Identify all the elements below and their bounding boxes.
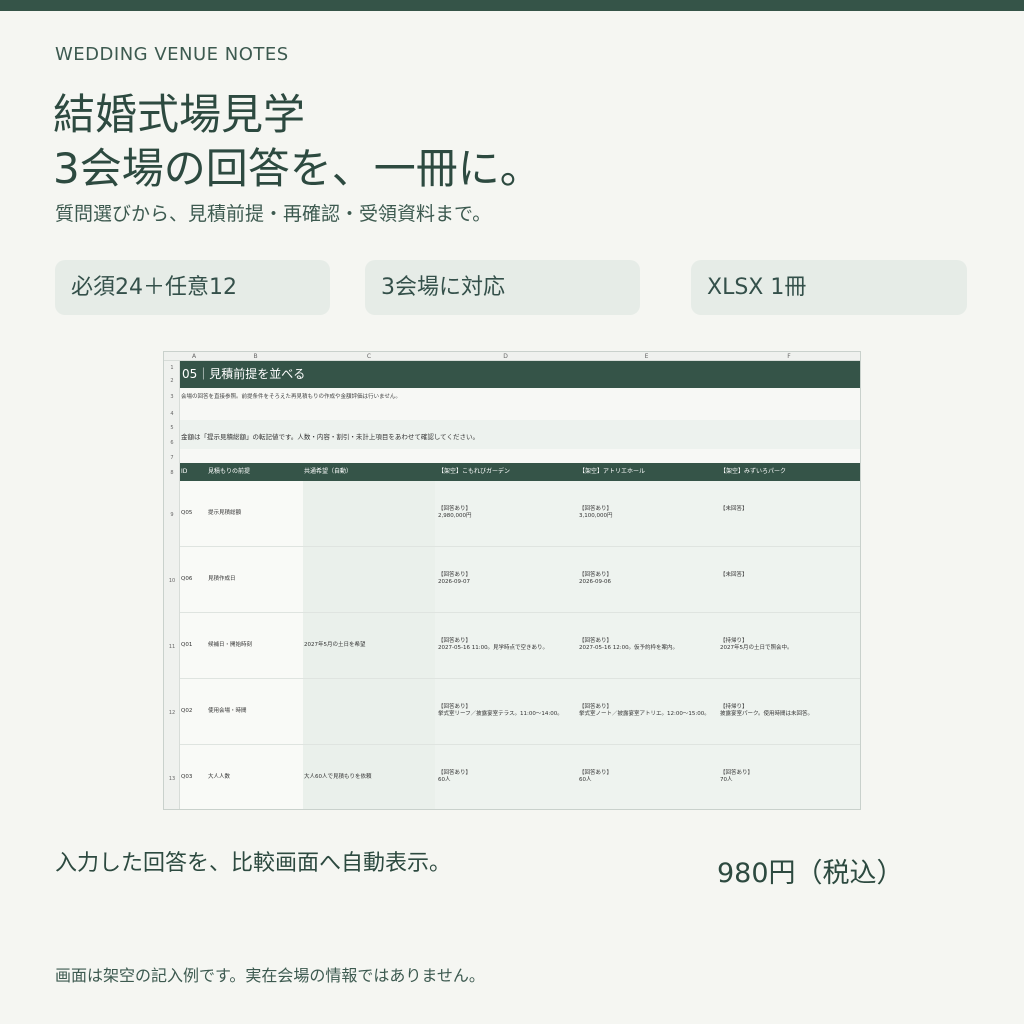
cell-venue-3-value: 2027年5月の土日で照会中。 [720, 645, 793, 651]
cell-common: 大人60人で見積もりを依頼 [304, 774, 372, 780]
column-header-f: F [787, 353, 791, 360]
cell-venue-1-status: 【回答あり】 [438, 770, 472, 776]
table-row: Q06 見積作成日 【回答あり】 2026-09-07 【回答あり】 2026-… [180, 547, 860, 613]
header-common: 共通希望（自動） [304, 468, 353, 475]
headline-line-1: 結婚式場見学 [53, 90, 306, 139]
cell-venue-3-status: 【回答あり】 [720, 770, 754, 776]
header-question: 見積もりの前提 [208, 468, 251, 475]
cell-question: 見積作成日 [208, 576, 236, 582]
auto-display-caption: 入力した回答を、比較画面へ自動表示。 [55, 851, 452, 876]
subheadline: 質問選びから、見積前提・再確認・受領資料まで。 [55, 203, 492, 225]
cell-venue-2-status: 【回答あり】 [579, 638, 613, 644]
cell-venue-2-value: 2027-05-16 12:00。仮予約枠を案内。 [579, 645, 679, 651]
cell-venue-1-status: 【回答あり】 [438, 638, 472, 644]
row-number: 8 [170, 470, 174, 476]
table-row: Q01 候補日・開始時刻 2027年5月の土日を希望 【回答あり】 2027-0… [180, 613, 860, 679]
row-number: 3 [170, 394, 174, 400]
cell-venue-3-status: 【持帰り】 [720, 704, 748, 710]
header-venue-3: 【架空】みずいろパーク [720, 468, 787, 475]
table-row: Q03 大人人数 大人60人で見積もりを依頼 【回答あり】 60人 【回答あり】… [180, 745, 860, 809]
cell-venue-1-value: 60人 [438, 777, 451, 783]
header-id: ID [181, 468, 188, 475]
header-venue-1: 【架空】こもれびガーデン [438, 468, 511, 475]
cell-id: Q05 [181, 510, 193, 516]
headline-line-2: 3会場の回答を、一冊に。 [53, 144, 542, 193]
cell-venue-2-status: 【回答あり】 [579, 572, 613, 578]
cell-venue-2-value: 挙式室ノート／披露宴室アトリエ。12:00〜15:00。 [579, 711, 710, 717]
cell-venue-1-status: 【回答あり】 [438, 704, 472, 710]
cell-common: 2027年5月の土日を希望 [304, 642, 366, 648]
cell-venue-2-value: 2026-09-06 [579, 579, 611, 585]
cell-question: 候補日・開始時刻 [208, 642, 253, 648]
column-header-c: C [366, 353, 372, 360]
cell-venue-3-value: 披露宴室パーク。使用時間は未回答。 [720, 711, 814, 717]
cell-venue-2-value: 60人 [579, 777, 592, 783]
row-number: 7 [170, 455, 174, 461]
row-header-bar: 1 2 3 4 5 6 7 8 9 10 11 12 13 [164, 361, 180, 809]
column-header-e: E [644, 353, 649, 360]
cell-venue-1-value: 挙式室リーフ／披露宴室テラス。11:00〜14:00。 [438, 711, 563, 717]
row-number: 13 [168, 776, 176, 782]
header-venue-2: 【架空】アトリエホール [579, 468, 646, 475]
cell-question: 大人人数 [208, 774, 231, 780]
cell-question: 使用会場・時間 [208, 708, 247, 714]
cell-venue-1-value: 2027-05-16 11:00。見学時点で空きあり。 [438, 645, 548, 651]
headline: 結婚式場見学 3会場の回答を、一冊に。 [53, 88, 542, 196]
cell-venue-3-status: 【持帰り】 [720, 638, 748, 644]
cell-venue-2-status: 【回答あり】 [579, 770, 613, 776]
cell-venue-3-status: 【未回答】 [720, 506, 748, 512]
row-number: 11 [168, 644, 176, 650]
row-number: 9 [170, 512, 174, 518]
cell-venue-3-value: 70人 [720, 777, 733, 783]
table-header-row: ID 見積もりの前提 共通希望（自動） 【架空】こもれびガーデン 【架空】アトリ… [180, 463, 860, 481]
feature-badge-venues: 3会場に対応 [365, 260, 640, 315]
column-header-bar: A B C D E F [164, 352, 860, 361]
cell-question: 提示見積総額 [208, 510, 242, 516]
cell-venue-3-status: 【未回答】 [720, 572, 748, 578]
cell-venue-2-status: 【回答あり】 [579, 704, 613, 710]
column-header-b: B [253, 353, 258, 360]
row-number: 1 [170, 365, 174, 371]
row-number: 4 [170, 411, 174, 417]
spreadsheet-preview: A B C D E F 1 2 3 4 5 6 7 8 9 10 11 12 1… [163, 351, 861, 810]
cell-venue-1-value: 2026-09-07 [438, 579, 470, 585]
sheet-note: 会場の回答を直接参照。前提条件をそろえた再見積もりの作成や金額評価は行いません。 [181, 394, 401, 400]
cell-id: Q03 [181, 774, 193, 780]
row-number: 6 [170, 440, 174, 446]
row-number: 2 [170, 378, 174, 384]
cell-venue-1-status: 【回答あり】 [438, 506, 472, 512]
cell-id: Q01 [181, 642, 193, 648]
top-accent-bar [0, 0, 1024, 11]
cell-id: Q06 [181, 576, 193, 582]
cell-venue-1-status: 【回答あり】 [438, 572, 472, 578]
row-number: 12 [168, 710, 176, 716]
cell-venue-1-value: 2,980,000円 [438, 513, 472, 519]
cell-venue-2-value: 3,100,000円 [579, 513, 613, 519]
cell-venue-2-status: 【回答あり】 [579, 506, 613, 512]
price-label: 980円（税込） [717, 858, 904, 889]
feature-badge-questions: 必須24＋任意12 [55, 260, 330, 315]
disclaimer-footnote: 画面は架空の記入例です。実在会場の情報ではありません。 [55, 966, 485, 985]
column-header-d: D [503, 353, 508, 360]
column-header-a: A [191, 353, 197, 360]
table-row: Q05 提示見積総額 【回答あり】 2,980,000円 【回答あり】 3,10… [180, 481, 860, 547]
sheet-title: 05｜見積前提を並べる [180, 361, 860, 388]
cell-id: Q02 [181, 708, 193, 714]
sheet-amount-note: 金額は「提示見積総額」の転記値です。人数・内容・割引・未計上項目をあわせて確認し… [181, 433, 479, 441]
brand-eyebrow: WEDDING VENUE NOTES [55, 44, 289, 65]
table-row: Q02 使用会場・時間 【回答あり】 挙式室リーフ／披露宴室テラス。11:00〜… [180, 679, 860, 745]
row-number: 10 [168, 578, 176, 584]
feature-badge-format: XLSX 1冊 [691, 260, 967, 315]
row-number: 5 [170, 425, 174, 431]
